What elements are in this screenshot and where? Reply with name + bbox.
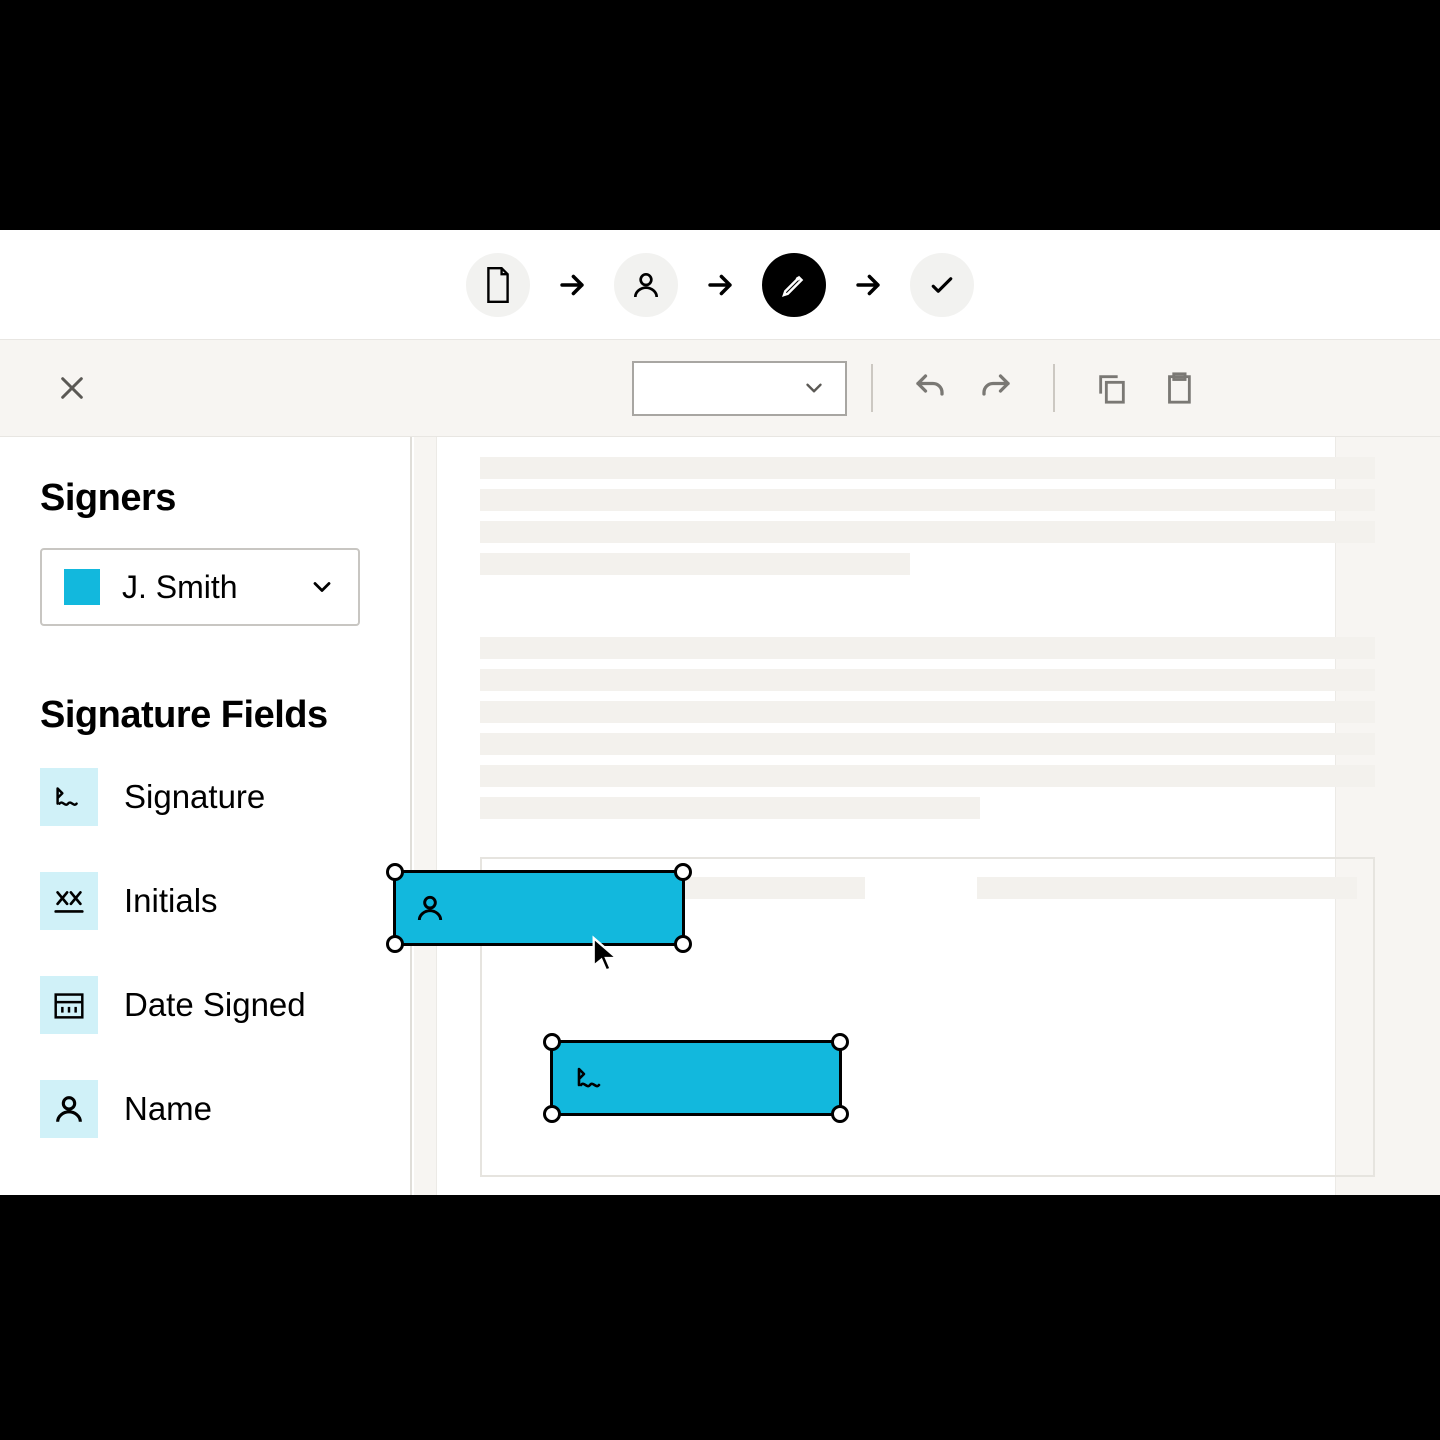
date-icon: [40, 976, 98, 1034]
field-item-initials[interactable]: Initials: [40, 869, 370, 933]
field-item-signature[interactable]: Signature: [40, 765, 370, 829]
close-icon: [56, 372, 88, 404]
skeleton-line: [480, 797, 980, 819]
signer-color-swatch: [64, 569, 100, 605]
skeleton-line: [480, 765, 1375, 787]
cursor-icon: [590, 935, 622, 980]
resize-handle[interactable]: [674, 935, 692, 953]
placed-field-name[interactable]: [393, 870, 685, 946]
toolbar-dropdown[interactable]: [632, 361, 847, 416]
skeleton-line: [480, 521, 1375, 543]
placed-field-signature[interactable]: [550, 1040, 842, 1116]
step-recipients[interactable]: [614, 253, 678, 317]
resize-handle[interactable]: [674, 863, 692, 881]
redo-icon: [978, 370, 1014, 406]
stepper-bar: [0, 230, 1440, 339]
resize-handle[interactable]: [386, 863, 404, 881]
chevron-down-icon: [308, 573, 336, 601]
arrow-icon: [698, 268, 742, 302]
signer-select[interactable]: J. Smith: [40, 548, 360, 626]
resize-handle[interactable]: [543, 1033, 561, 1051]
toolbar: [0, 339, 1440, 437]
close-button[interactable]: [52, 368, 92, 408]
arrow-icon: [550, 268, 594, 302]
signer-name: J. Smith: [122, 569, 308, 606]
resize-handle[interactable]: [831, 1105, 849, 1123]
field-label: Signature: [124, 778, 265, 816]
field-list: Signature Initials: [40, 765, 370, 1141]
resize-handle[interactable]: [831, 1033, 849, 1051]
arrow-icon: [846, 268, 890, 302]
field-label: Name: [124, 1090, 212, 1128]
divider: [1053, 364, 1055, 412]
document-icon: [483, 267, 513, 303]
divider: [871, 364, 873, 412]
skeleton-line: [977, 877, 1357, 899]
field-label: Date Signed: [124, 986, 306, 1024]
signers-heading: Signers: [40, 477, 370, 520]
signature-icon: [40, 768, 98, 826]
undo-icon: [912, 370, 948, 406]
copy-button[interactable]: [1087, 363, 1137, 413]
resize-handle[interactable]: [543, 1105, 561, 1123]
chevron-down-icon: [801, 375, 827, 401]
step-document[interactable]: [466, 253, 530, 317]
undo-button[interactable]: [905, 363, 955, 413]
step-review[interactable]: [910, 253, 974, 317]
sidebar: Signers J. Smith Signature Fields Signat…: [0, 437, 412, 1195]
copy-icon: [1095, 371, 1129, 405]
edit-icon: [779, 270, 809, 300]
person-icon: [414, 892, 446, 924]
paste-button[interactable]: [1153, 363, 1203, 413]
field-item-date-signed[interactable]: Date Signed: [40, 973, 370, 1037]
signature-icon: [571, 1062, 611, 1094]
skeleton-line: [480, 733, 1375, 755]
check-icon: [927, 270, 957, 300]
person-icon: [40, 1080, 98, 1138]
skeleton-line: [480, 489, 1375, 511]
redo-button[interactable]: [971, 363, 1021, 413]
step-fields-active[interactable]: [762, 253, 826, 317]
initials-icon: [40, 872, 98, 930]
field-item-name[interactable]: Name: [40, 1077, 370, 1141]
resize-handle[interactable]: [386, 935, 404, 953]
skeleton-line: [480, 637, 1375, 659]
skeleton-line: [480, 553, 910, 575]
field-label: Initials: [124, 882, 218, 920]
person-icon: [630, 269, 662, 301]
clipboard-icon: [1161, 371, 1195, 405]
skeleton-line: [480, 701, 1375, 723]
signature-fields-heading: Signature Fields: [40, 694, 370, 737]
skeleton-line: [480, 669, 1375, 691]
skeleton-line: [480, 457, 1375, 479]
